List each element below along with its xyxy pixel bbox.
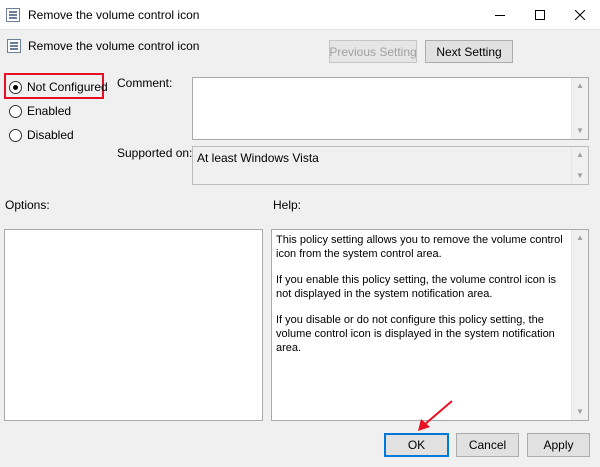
scroll-down-icon[interactable]: ▼ bbox=[572, 168, 588, 184]
next-setting-button[interactable]: Next Setting bbox=[425, 40, 513, 63]
ok-button[interactable]: OK bbox=[384, 433, 449, 457]
help-paragraph: If you enable this policy setting, the v… bbox=[276, 274, 557, 300]
title-bar: Remove the volume control icon bbox=[0, 0, 600, 30]
minimize-icon bbox=[495, 15, 505, 16]
scroll-down-icon[interactable]: ▼ bbox=[572, 404, 588, 420]
help-paragraph: If you disable or do not configure this … bbox=[276, 314, 555, 354]
policy-name: Remove the volume control icon bbox=[28, 39, 200, 53]
radio-label: Enabled bbox=[27, 104, 72, 118]
policy-setting-icon bbox=[6, 8, 20, 22]
minimize-button[interactable] bbox=[480, 0, 520, 30]
comment-label: Comment: bbox=[117, 76, 173, 90]
supported-on-label: Supported on: bbox=[117, 146, 193, 160]
radio-label: Disabled bbox=[27, 128, 74, 142]
radio-button-checked[interactable] bbox=[9, 80, 22, 94]
supported-on-value: At least Windows Vista bbox=[197, 151, 319, 165]
previous-setting-button[interactable]: Previous Setting bbox=[329, 40, 417, 63]
help-scrollbar[interactable]: ▲ ▼ bbox=[571, 230, 588, 420]
apply-button[interactable]: Apply bbox=[527, 433, 590, 457]
comment-field[interactable]: ▲ ▼ bbox=[192, 77, 589, 140]
cancel-button[interactable]: Cancel bbox=[456, 433, 519, 457]
radio-disabled[interactable]: Disabled bbox=[9, 128, 74, 142]
help-paragraph: This policy setting allows you to remove… bbox=[276, 234, 563, 260]
help-label: Help: bbox=[273, 198, 302, 212]
maximize-button[interactable] bbox=[520, 0, 560, 30]
scroll-down-icon[interactable]: ▼ bbox=[572, 123, 588, 139]
options-panel bbox=[4, 229, 263, 421]
supported-on-field: At least Windows Vista ▲ ▼ bbox=[192, 146, 589, 185]
radio-button[interactable] bbox=[9, 128, 22, 142]
close-icon bbox=[575, 10, 585, 20]
options-label: Options: bbox=[5, 198, 50, 212]
annotation-arrow-icon bbox=[418, 400, 453, 431]
radio-button[interactable] bbox=[9, 104, 22, 118]
scroll-up-icon[interactable]: ▲ bbox=[572, 78, 588, 94]
help-text: This policy setting allows you to remove… bbox=[276, 233, 568, 367]
window-title: Remove the volume control icon bbox=[28, 8, 200, 22]
maximize-icon bbox=[535, 10, 545, 20]
policy-header-icon bbox=[7, 39, 21, 53]
supported-scrollbar[interactable]: ▲ ▼ bbox=[571, 147, 588, 184]
scroll-up-icon[interactable]: ▲ bbox=[572, 147, 588, 163]
radio-not-configured[interactable]: Not Configured bbox=[9, 80, 108, 94]
help-panel: This policy setting allows you to remove… bbox=[271, 229, 589, 421]
scroll-up-icon[interactable]: ▲ bbox=[572, 230, 588, 246]
radio-label: Not Configured bbox=[27, 80, 108, 94]
comment-scrollbar[interactable]: ▲ ▼ bbox=[571, 78, 588, 139]
close-button[interactable] bbox=[560, 0, 600, 30]
radio-enabled[interactable]: Enabled bbox=[9, 104, 71, 118]
